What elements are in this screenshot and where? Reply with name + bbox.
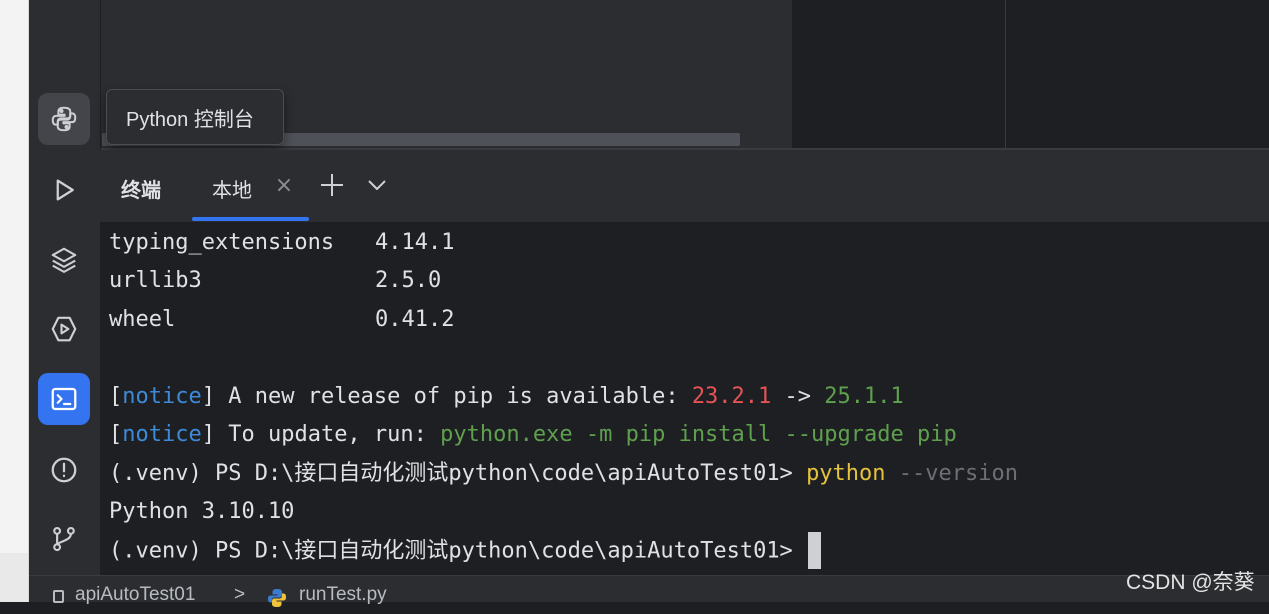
tab-local-label: 本地 xyxy=(212,178,252,202)
services-icon xyxy=(51,316,77,342)
plus-icon xyxy=(321,174,343,196)
terminal-button[interactable] xyxy=(38,373,90,425)
package-line: typing_extensions 4.14.1 xyxy=(109,230,455,255)
output-line: Python 3.10.10 xyxy=(109,499,295,524)
problems-button[interactable] xyxy=(38,444,90,496)
terminal-header: 终端 本地 × xyxy=(100,150,1269,222)
layers-button[interactable] xyxy=(38,234,90,286)
close-icon[interactable]: × xyxy=(274,174,294,198)
breadcrumb-project[interactable]: apiAutoTest01 xyxy=(75,584,195,606)
active-tab-indicator xyxy=(192,217,309,221)
command-line: (.venv) PS D:\接口自动化测试python\code\apiAuto… xyxy=(109,461,1018,486)
python-console-icon xyxy=(51,106,77,132)
left-window-edge xyxy=(0,0,29,602)
tool-window-strip xyxy=(29,0,101,575)
python-file-icon xyxy=(265,586,289,614)
tab-local[interactable]: 本地 × xyxy=(192,150,309,222)
module-icon xyxy=(53,590,64,603)
text-cursor xyxy=(808,532,822,569)
run-icon xyxy=(56,179,74,201)
terminal-icon xyxy=(51,387,77,411)
python-console-tooltip: Python 控制台 xyxy=(106,89,284,145)
pip-update-line: [notice] To update, run: python.exe -m p… xyxy=(109,422,957,447)
python-console-button[interactable] xyxy=(38,93,90,145)
package-line: urllib3 2.5.0 xyxy=(109,268,442,293)
new-tab-button[interactable] xyxy=(317,170,347,200)
git-button[interactable] xyxy=(38,513,90,565)
prompt-line: (.venv) PS D:\接口自动化测试python\code\apiAuto… xyxy=(109,532,822,569)
terminal-title: 终端 xyxy=(121,178,161,202)
chevron-down-icon xyxy=(368,180,386,190)
pip-notice-line: [notice] A new release of pip is availab… xyxy=(109,384,904,409)
package-line: wheel 0.41.2 xyxy=(109,307,455,332)
services-button[interactable] xyxy=(38,303,90,355)
editor-divider xyxy=(1005,0,1006,148)
problems-icon xyxy=(51,457,77,483)
run-button[interactable] xyxy=(38,164,90,216)
status-bar: apiAutoTest01 > runTest.py xyxy=(29,575,1269,607)
watermark: CSDN @奈葵 xyxy=(1126,571,1255,594)
breadcrumb-separator: > xyxy=(234,584,246,605)
git-icon xyxy=(53,526,75,552)
layers-icon xyxy=(51,247,77,273)
editor-right-pane xyxy=(792,0,1269,148)
tab-dropdown-button[interactable] xyxy=(364,172,390,198)
breadcrumb-file[interactable]: runTest.py xyxy=(299,584,387,606)
terminal-output[interactable]: typing_extensions 4.14.1 urllib3 2.5.0 whe… xyxy=(100,222,1269,575)
